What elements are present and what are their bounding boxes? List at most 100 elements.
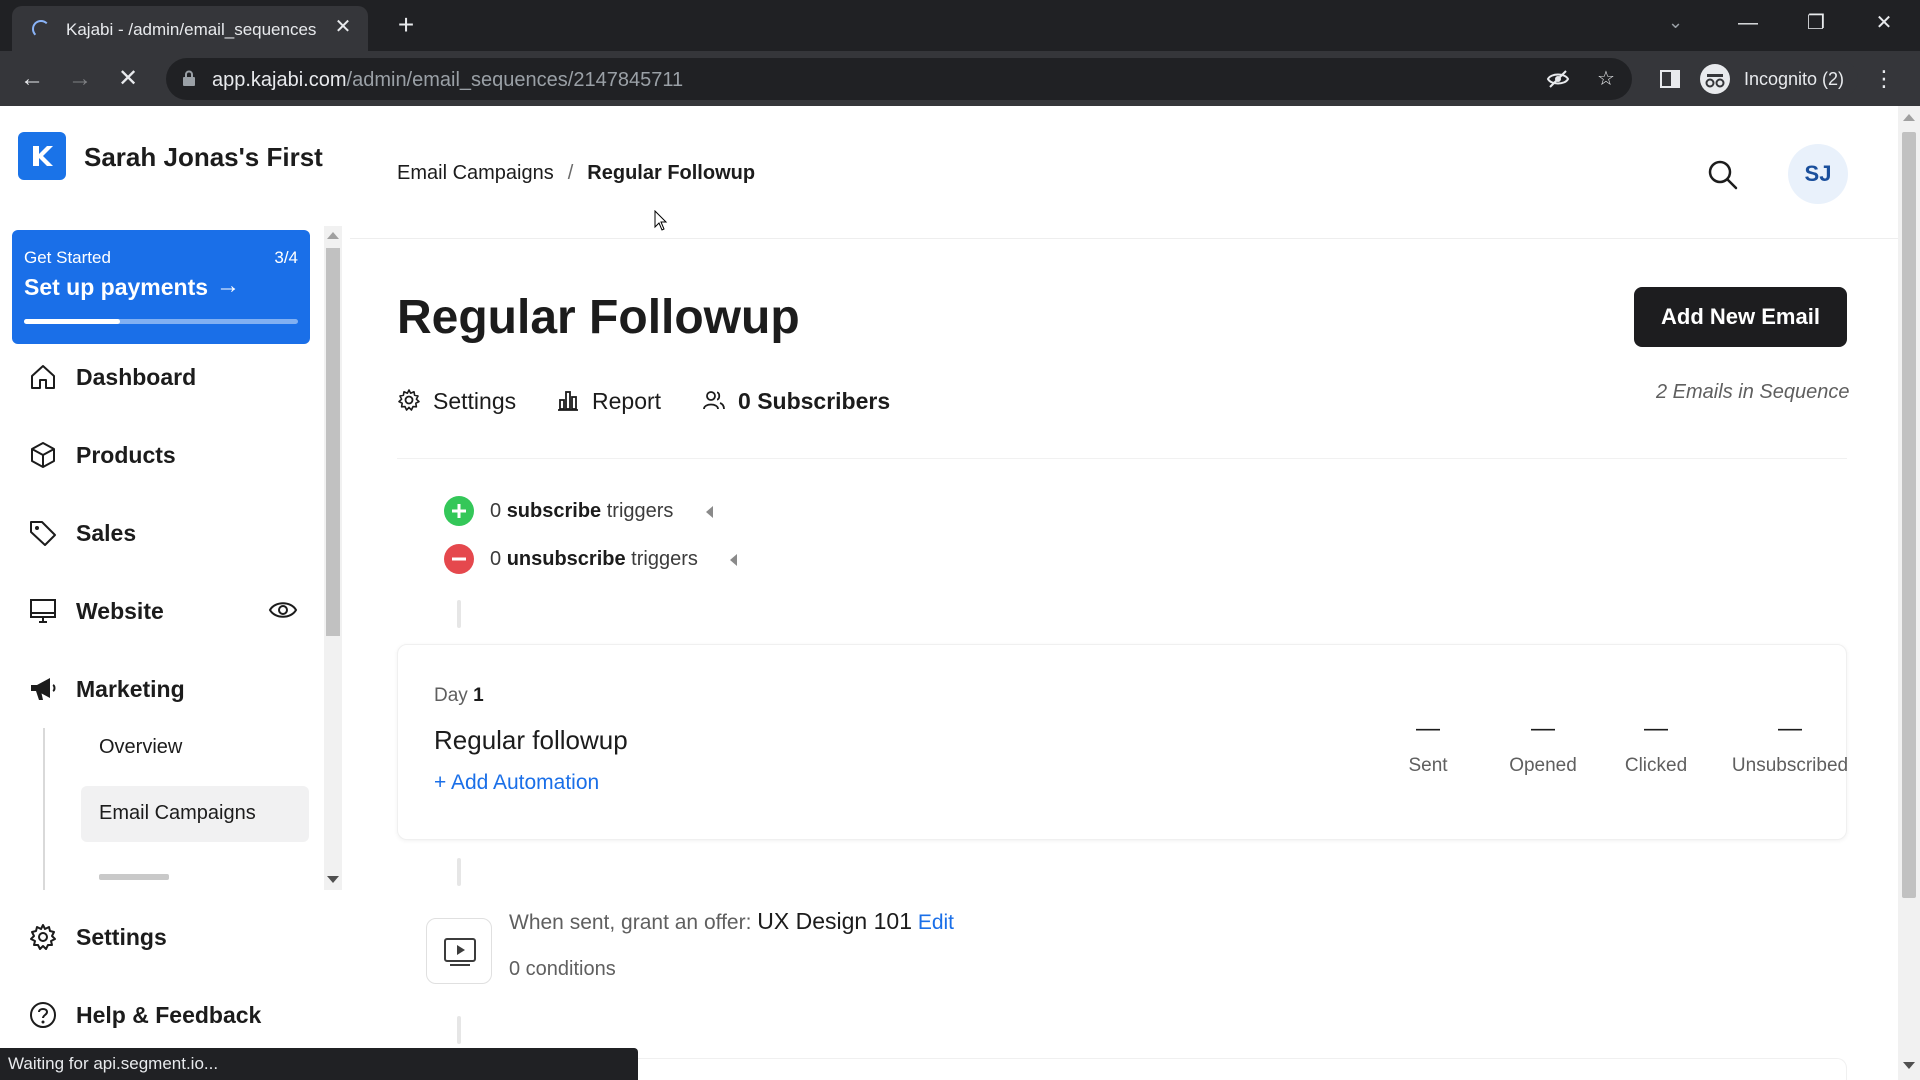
kajabi-logo[interactable] bbox=[18, 132, 66, 180]
sidebar-scrollbar-thumb[interactable] bbox=[326, 248, 340, 636]
timeline-connector bbox=[457, 1016, 461, 1044]
side-panel-icon[interactable] bbox=[1654, 63, 1686, 95]
stat-name: Opened bbox=[1509, 755, 1577, 776]
loading-spinner-icon bbox=[32, 20, 50, 38]
emails-in-sequence: 2 Emails in Sequence bbox=[1656, 381, 1850, 403]
stat-value: — bbox=[1778, 715, 1802, 742]
scroll-down-arrow-icon[interactable] bbox=[327, 876, 339, 883]
stat-unsubscribed: — Unsubscribed bbox=[1688, 717, 1892, 777]
sidebar-scrollbar[interactable] bbox=[324, 226, 342, 890]
forward-button[interactable]: → bbox=[64, 63, 96, 95]
stat-value: — bbox=[1416, 715, 1440, 742]
url-text: app.kajabi.com/admin/email_sequences/214… bbox=[212, 69, 684, 91]
eye-off-icon[interactable] bbox=[1546, 67, 1570, 91]
tag-icon bbox=[30, 521, 56, 546]
sidebar: Sarah Jonas's First Get Started 3/4 Set … bbox=[0, 106, 347, 1080]
monitor-icon bbox=[30, 599, 56, 623]
sidebar-subitem-email-campaigns[interactable]: Email Campaigns bbox=[81, 786, 309, 842]
close-window-button[interactable]: ✕ bbox=[1864, 8, 1904, 38]
sidebar-subitem-overview[interactable]: Overview bbox=[81, 720, 309, 776]
help-icon bbox=[30, 1002, 56, 1028]
stop-loading-button[interactable]: ✕ bbox=[112, 63, 144, 95]
megaphone-icon bbox=[31, 678, 56, 700]
gear-icon bbox=[398, 389, 420, 411]
unsubscribe-triggers[interactable]: 0 unsubscribe triggers bbox=[444, 544, 744, 574]
page-title: Regular Followup bbox=[397, 291, 800, 344]
email-card[interactable]: Day 1 Regular followup + Add Automation … bbox=[397, 644, 1848, 840]
new-tab-button[interactable]: + bbox=[392, 11, 420, 39]
sidebar-item-website[interactable]: Website bbox=[28, 590, 298, 630]
bookmark-star-icon[interactable]: ☆ bbox=[1594, 67, 1618, 91]
get-started-title: Set up payments bbox=[24, 274, 209, 300]
home-icon bbox=[31, 365, 55, 389]
offer-conditions[interactable]: 0 conditions bbox=[509, 958, 616, 981]
scroll-up-arrow-icon[interactable] bbox=[1903, 114, 1915, 121]
sidebar-item-settings[interactable]: Settings bbox=[28, 916, 298, 956]
scroll-up-arrow-icon[interactable] bbox=[327, 232, 339, 239]
get-started-progress-fill bbox=[24, 319, 120, 324]
tab-report-label: Report bbox=[592, 388, 662, 414]
add-automation-link[interactable]: + Add Automation bbox=[434, 771, 599, 795]
unsubscribe-trigger-word: unsubscribe bbox=[506, 548, 626, 570]
browser-status-bubble: Waiting for api.segment.io... bbox=[0, 1048, 638, 1080]
sidebar-item-label: Marketing bbox=[76, 676, 185, 702]
timeline-connector bbox=[457, 600, 461, 628]
subscribe-trigger-word: subscribe bbox=[506, 500, 602, 522]
sidebar-item-label: Dashboard bbox=[76, 364, 197, 390]
sidebar-item-marketing[interactable]: Marketing bbox=[28, 668, 298, 708]
incognito-profile-button[interactable]: Incognito (2) bbox=[1696, 60, 1859, 98]
restore-button[interactable]: ❐ bbox=[1796, 8, 1836, 38]
section-divider bbox=[397, 458, 1847, 459]
user-avatar[interactable]: SJ bbox=[1788, 144, 1848, 204]
tab-subscribers[interactable]: 0 Subscribers bbox=[702, 384, 902, 416]
subscribe-trigger-suffix: triggers bbox=[606, 500, 674, 522]
box-icon bbox=[31, 442, 55, 468]
scroll-down-arrow-icon[interactable] bbox=[1903, 1062, 1915, 1069]
sidebar-item-sales[interactable]: Sales bbox=[28, 512, 298, 552]
tab-close-icon[interactable]: ✕ bbox=[332, 16, 354, 38]
sidebar-subitem-label: Email Campaigns bbox=[99, 802, 256, 824]
eye-icon[interactable] bbox=[268, 598, 298, 622]
users-icon bbox=[703, 391, 725, 410]
stat-sent: — Sent bbox=[1398, 717, 1458, 777]
sidebar-item-dashboard[interactable]: Dashboard bbox=[28, 356, 298, 396]
breadcrumb-parent-link[interactable]: Email Campaigns bbox=[397, 162, 554, 184]
stat-opened: — Opened bbox=[1488, 717, 1598, 777]
sidebar-subitem-clipped bbox=[99, 874, 189, 886]
subscribe-triggers[interactable]: 0 subscribe triggers bbox=[444, 496, 724, 526]
back-button[interactable]: ← bbox=[16, 63, 48, 95]
tab-search-icon[interactable]: ⌄ bbox=[1668, 12, 1683, 33]
tab-settings[interactable]: Settings bbox=[397, 384, 527, 416]
email-name[interactable]: Regular followup bbox=[434, 725, 628, 756]
search-icon[interactable] bbox=[1706, 158, 1740, 192]
incognito-icon bbox=[1700, 64, 1730, 94]
site-name[interactable]: Sarah Jonas's First bbox=[84, 142, 323, 173]
caret-left-icon[interactable] bbox=[706, 506, 713, 518]
main-scrollbar-thumb[interactable] bbox=[1902, 132, 1916, 898]
sidebar-item-help[interactable]: Help & Feedback bbox=[28, 994, 298, 1034]
unsubscribe-trigger-count: 0 bbox=[490, 548, 502, 570]
caret-left-icon[interactable] bbox=[730, 554, 737, 566]
stat-name: Sent bbox=[1408, 755, 1448, 776]
add-new-email-button[interactable]: Add New Email bbox=[1634, 287, 1847, 347]
minimize-button[interactable]: — bbox=[1728, 8, 1768, 38]
tab-title: Kajabi - /admin/email_sequences bbox=[66, 20, 317, 39]
tab-report[interactable]: Report bbox=[556, 384, 676, 416]
sidebar-item-label: Settings bbox=[76, 924, 167, 950]
main-scrollbar[interactable] bbox=[1898, 106, 1920, 1080]
add-circle-icon bbox=[444, 496, 474, 526]
edit-offer-link[interactable]: Edit bbox=[918, 911, 954, 934]
sidebar-item-label: Products bbox=[76, 442, 176, 468]
address-bar[interactable]: app.kajabi.com/admin/email_sequences/214… bbox=[166, 58, 1632, 100]
bar-chart-icon bbox=[558, 391, 578, 411]
day-label: Day bbox=[434, 685, 468, 706]
gear-icon bbox=[30, 924, 56, 950]
stat-value: — bbox=[1531, 715, 1555, 742]
lock-icon bbox=[183, 70, 195, 86]
sidebar-item-products[interactable]: Products bbox=[28, 434, 298, 474]
browser-tab[interactable]: Kajabi - /admin/email_sequences ✕ bbox=[12, 6, 368, 51]
get-started-card[interactable]: Get Started 3/4 Set up payments → bbox=[12, 230, 310, 344]
browser-menu-icon[interactable]: ⋮ bbox=[1872, 63, 1896, 95]
breadcrumb-separator: / bbox=[567, 162, 574, 184]
subscribe-trigger-count: 0 bbox=[490, 500, 502, 522]
